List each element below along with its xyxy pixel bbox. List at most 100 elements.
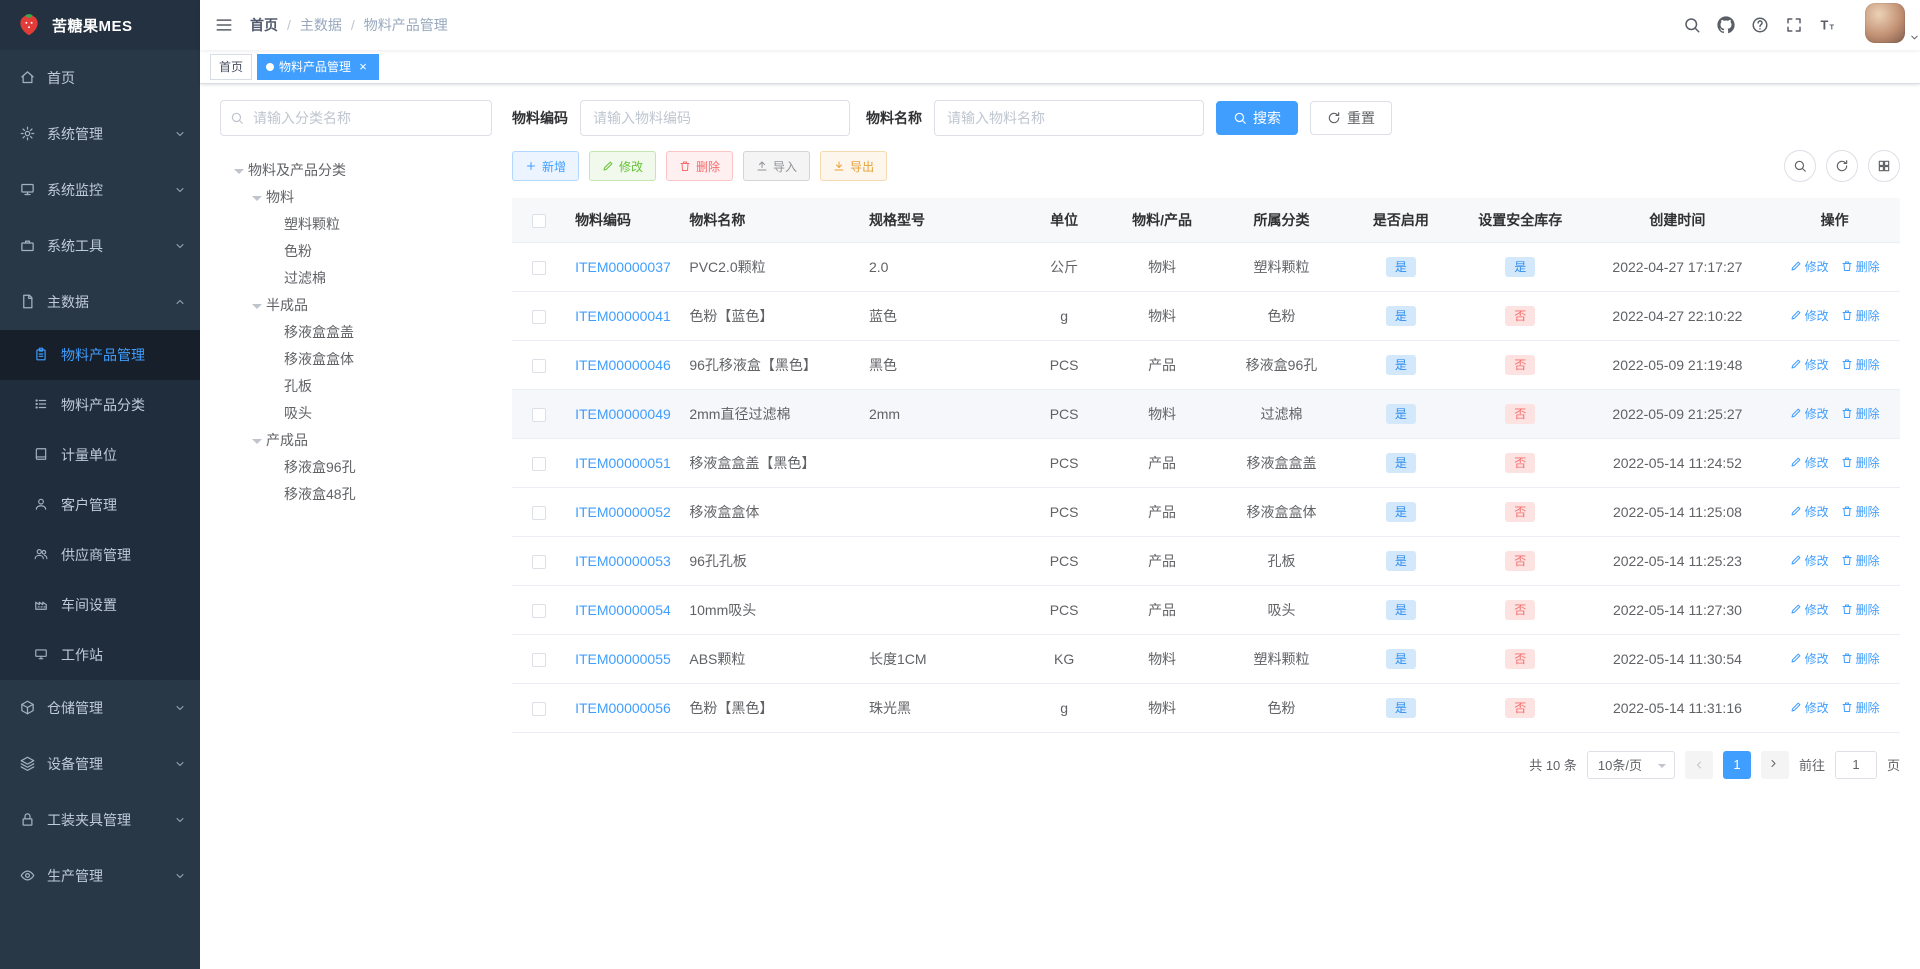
edit-button[interactable]: 修改 <box>589 151 657 181</box>
search-button[interactable]: 搜索 <box>1216 101 1298 135</box>
tree-node-移液盒96孔[interactable]: 移液盒96孔 <box>220 453 492 480</box>
row-checkbox[interactable] <box>531 358 546 373</box>
tree-node-移液盒盒盖[interactable]: 移液盒盒盖 <box>220 318 492 345</box>
row-delete-button[interactable]: 删除 <box>1841 699 1880 716</box>
tree-node-色粉[interactable]: 色粉 <box>220 237 492 264</box>
select-all-checkbox[interactable] <box>531 213 546 228</box>
item-code-link[interactable]: ITEM00000054 <box>575 602 671 618</box>
sidebar-item-客户管理[interactable]: 客户管理 <box>0 480 200 530</box>
toggle-search-button[interactable] <box>1784 150 1816 182</box>
row-edit-button[interactable]: 修改 <box>1790 552 1829 569</box>
breadcrumb-item[interactable]: 首页 <box>250 15 278 35</box>
row-delete-button[interactable]: 删除 <box>1841 650 1880 667</box>
sidebar-item-首页[interactable]: 首页 <box>0 50 200 106</box>
row-edit-button[interactable]: 修改 <box>1790 699 1829 716</box>
import-button[interactable]: 导入 <box>743 151 811 181</box>
caret-down-icon[interactable] <box>248 436 266 444</box>
row-delete-button[interactable]: 删除 <box>1841 356 1880 373</box>
row-delete-button[interactable]: 删除 <box>1841 552 1880 569</box>
row-delete-button[interactable]: 删除 <box>1841 454 1880 471</box>
item-code-link[interactable]: ITEM00000041 <box>575 308 671 324</box>
sidebar-item-计量单位[interactable]: 计量单位 <box>0 430 200 480</box>
row-checkbox[interactable] <box>531 554 546 569</box>
tree-node-移液盒盒体[interactable]: 移液盒盒体 <box>220 345 492 372</box>
caret-down-icon[interactable] <box>248 193 266 201</box>
row-delete-button[interactable]: 删除 <box>1841 258 1880 275</box>
caret-down-icon[interactable] <box>248 301 266 309</box>
tab-首页[interactable]: 首页 <box>210 53 253 80</box>
sidebar-item-工装夹具管理[interactable]: 工装夹具管理 <box>0 792 200 848</box>
item-code-link[interactable]: ITEM00000046 <box>575 357 671 373</box>
column-settings-button[interactable] <box>1868 150 1900 182</box>
row-checkbox[interactable] <box>531 652 546 667</box>
question-button[interactable] <box>1743 0 1777 50</box>
row-checkbox[interactable] <box>531 260 546 275</box>
sidebar-item-车间设置[interactable]: 车间设置 <box>0 580 200 630</box>
item-code-link[interactable]: ITEM00000055 <box>575 651 671 667</box>
row-edit-button[interactable]: 修改 <box>1790 454 1829 471</box>
sidebar-item-工作站[interactable]: 工作站 <box>0 630 200 680</box>
row-delete-button[interactable]: 删除 <box>1841 601 1880 618</box>
goto-page-input[interactable] <box>1834 750 1877 779</box>
row-edit-button[interactable]: 修改 <box>1790 405 1829 422</box>
avatar[interactable] <box>1865 3 1905 43</box>
row-edit-button[interactable]: 修改 <box>1790 356 1829 373</box>
item-code-link[interactable]: ITEM00000056 <box>575 700 671 716</box>
name-input[interactable] <box>934 100 1204 136</box>
item-code-link[interactable]: ITEM00000049 <box>575 406 671 422</box>
item-code-link[interactable]: ITEM00000053 <box>575 553 671 569</box>
sidebar-item-系统监控[interactable]: 系统监控 <box>0 162 200 218</box>
page-size-select[interactable]: 10条/页 <box>1586 750 1675 779</box>
close-icon[interactable]: × <box>356 60 370 73</box>
sidebar-item-系统工具[interactable]: 系统工具 <box>0 218 200 274</box>
sidebar-item-物料产品分类[interactable]: 物料产品分类 <box>0 380 200 430</box>
row-checkbox[interactable] <box>531 701 546 716</box>
tree-node-移液盒48孔[interactable]: 移液盒48孔 <box>220 480 492 507</box>
tree-node-孔板[interactable]: 孔板 <box>220 372 492 399</box>
sidebar-item-生产管理[interactable]: 生产管理 <box>0 848 200 904</box>
app-logo[interactable]: 苦糖果MES <box>0 0 200 50</box>
export-button[interactable]: 导出 <box>820 151 888 181</box>
row-checkbox[interactable] <box>531 309 546 324</box>
item-code-link[interactable]: ITEM00000051 <box>575 455 671 471</box>
sidebar-item-设备管理[interactable]: 设备管理 <box>0 736 200 792</box>
caret-down-icon[interactable] <box>230 166 248 174</box>
sidebar-item-物料产品管理[interactable]: 物料产品管理 <box>0 330 200 380</box>
tree-node-半成品[interactable]: 半成品 <box>220 291 492 318</box>
sidebar-toggle-button[interactable] <box>200 0 248 50</box>
row-checkbox[interactable] <box>531 407 546 422</box>
tab-物料产品管理[interactable]: 物料产品管理 × <box>257 53 380 80</box>
row-checkbox[interactable] <box>531 456 546 471</box>
search-button[interactable] <box>1675 0 1709 50</box>
add-button[interactable]: 新增 <box>512 151 580 181</box>
fullscreen-button[interactable] <box>1777 0 1811 50</box>
code-input[interactable] <box>580 100 850 136</box>
prev-page-button[interactable] <box>1684 750 1713 779</box>
row-checkbox[interactable] <box>531 505 546 520</box>
row-edit-button[interactable]: 修改 <box>1790 503 1829 520</box>
tree-node-物料[interactable]: 物料 <box>220 183 492 210</box>
row-checkbox[interactable] <box>531 603 546 618</box>
sidebar-item-主数据[interactable]: 主数据 <box>0 274 200 330</box>
sidebar-item-供应商管理[interactable]: 供应商管理 <box>0 530 200 580</box>
github-button[interactable] <box>1709 0 1743 50</box>
tree-node-过滤棉[interactable]: 过滤棉 <box>220 264 492 291</box>
user-menu[interactable] <box>1865 3 1920 47</box>
delete-button[interactable]: 删除 <box>666 151 734 181</box>
next-page-button[interactable] <box>1760 750 1789 779</box>
row-delete-button[interactable]: 删除 <box>1841 405 1880 422</box>
breadcrumb-item[interactable]: 主数据 <box>300 15 342 35</box>
row-edit-button[interactable]: 修改 <box>1790 601 1829 618</box>
category-search-input[interactable] <box>220 100 492 136</box>
row-delete-button[interactable]: 删除 <box>1841 307 1880 324</box>
fontsize-button[interactable]: TT <box>1811 0 1845 50</box>
row-edit-button[interactable]: 修改 <box>1790 258 1829 275</box>
row-edit-button[interactable]: 修改 <box>1790 307 1829 324</box>
tree-node-物料及产品分类[interactable]: 物料及产品分类 <box>220 156 492 183</box>
tree-node-吸头[interactable]: 吸头 <box>220 399 492 426</box>
page-1-button[interactable]: 1 <box>1722 750 1751 779</box>
refresh-button[interactable] <box>1826 150 1858 182</box>
row-delete-button[interactable]: 删除 <box>1841 503 1880 520</box>
tree-node-塑料颗粒[interactable]: 塑料颗粒 <box>220 210 492 237</box>
tree-node-产成品[interactable]: 产成品 <box>220 426 492 453</box>
